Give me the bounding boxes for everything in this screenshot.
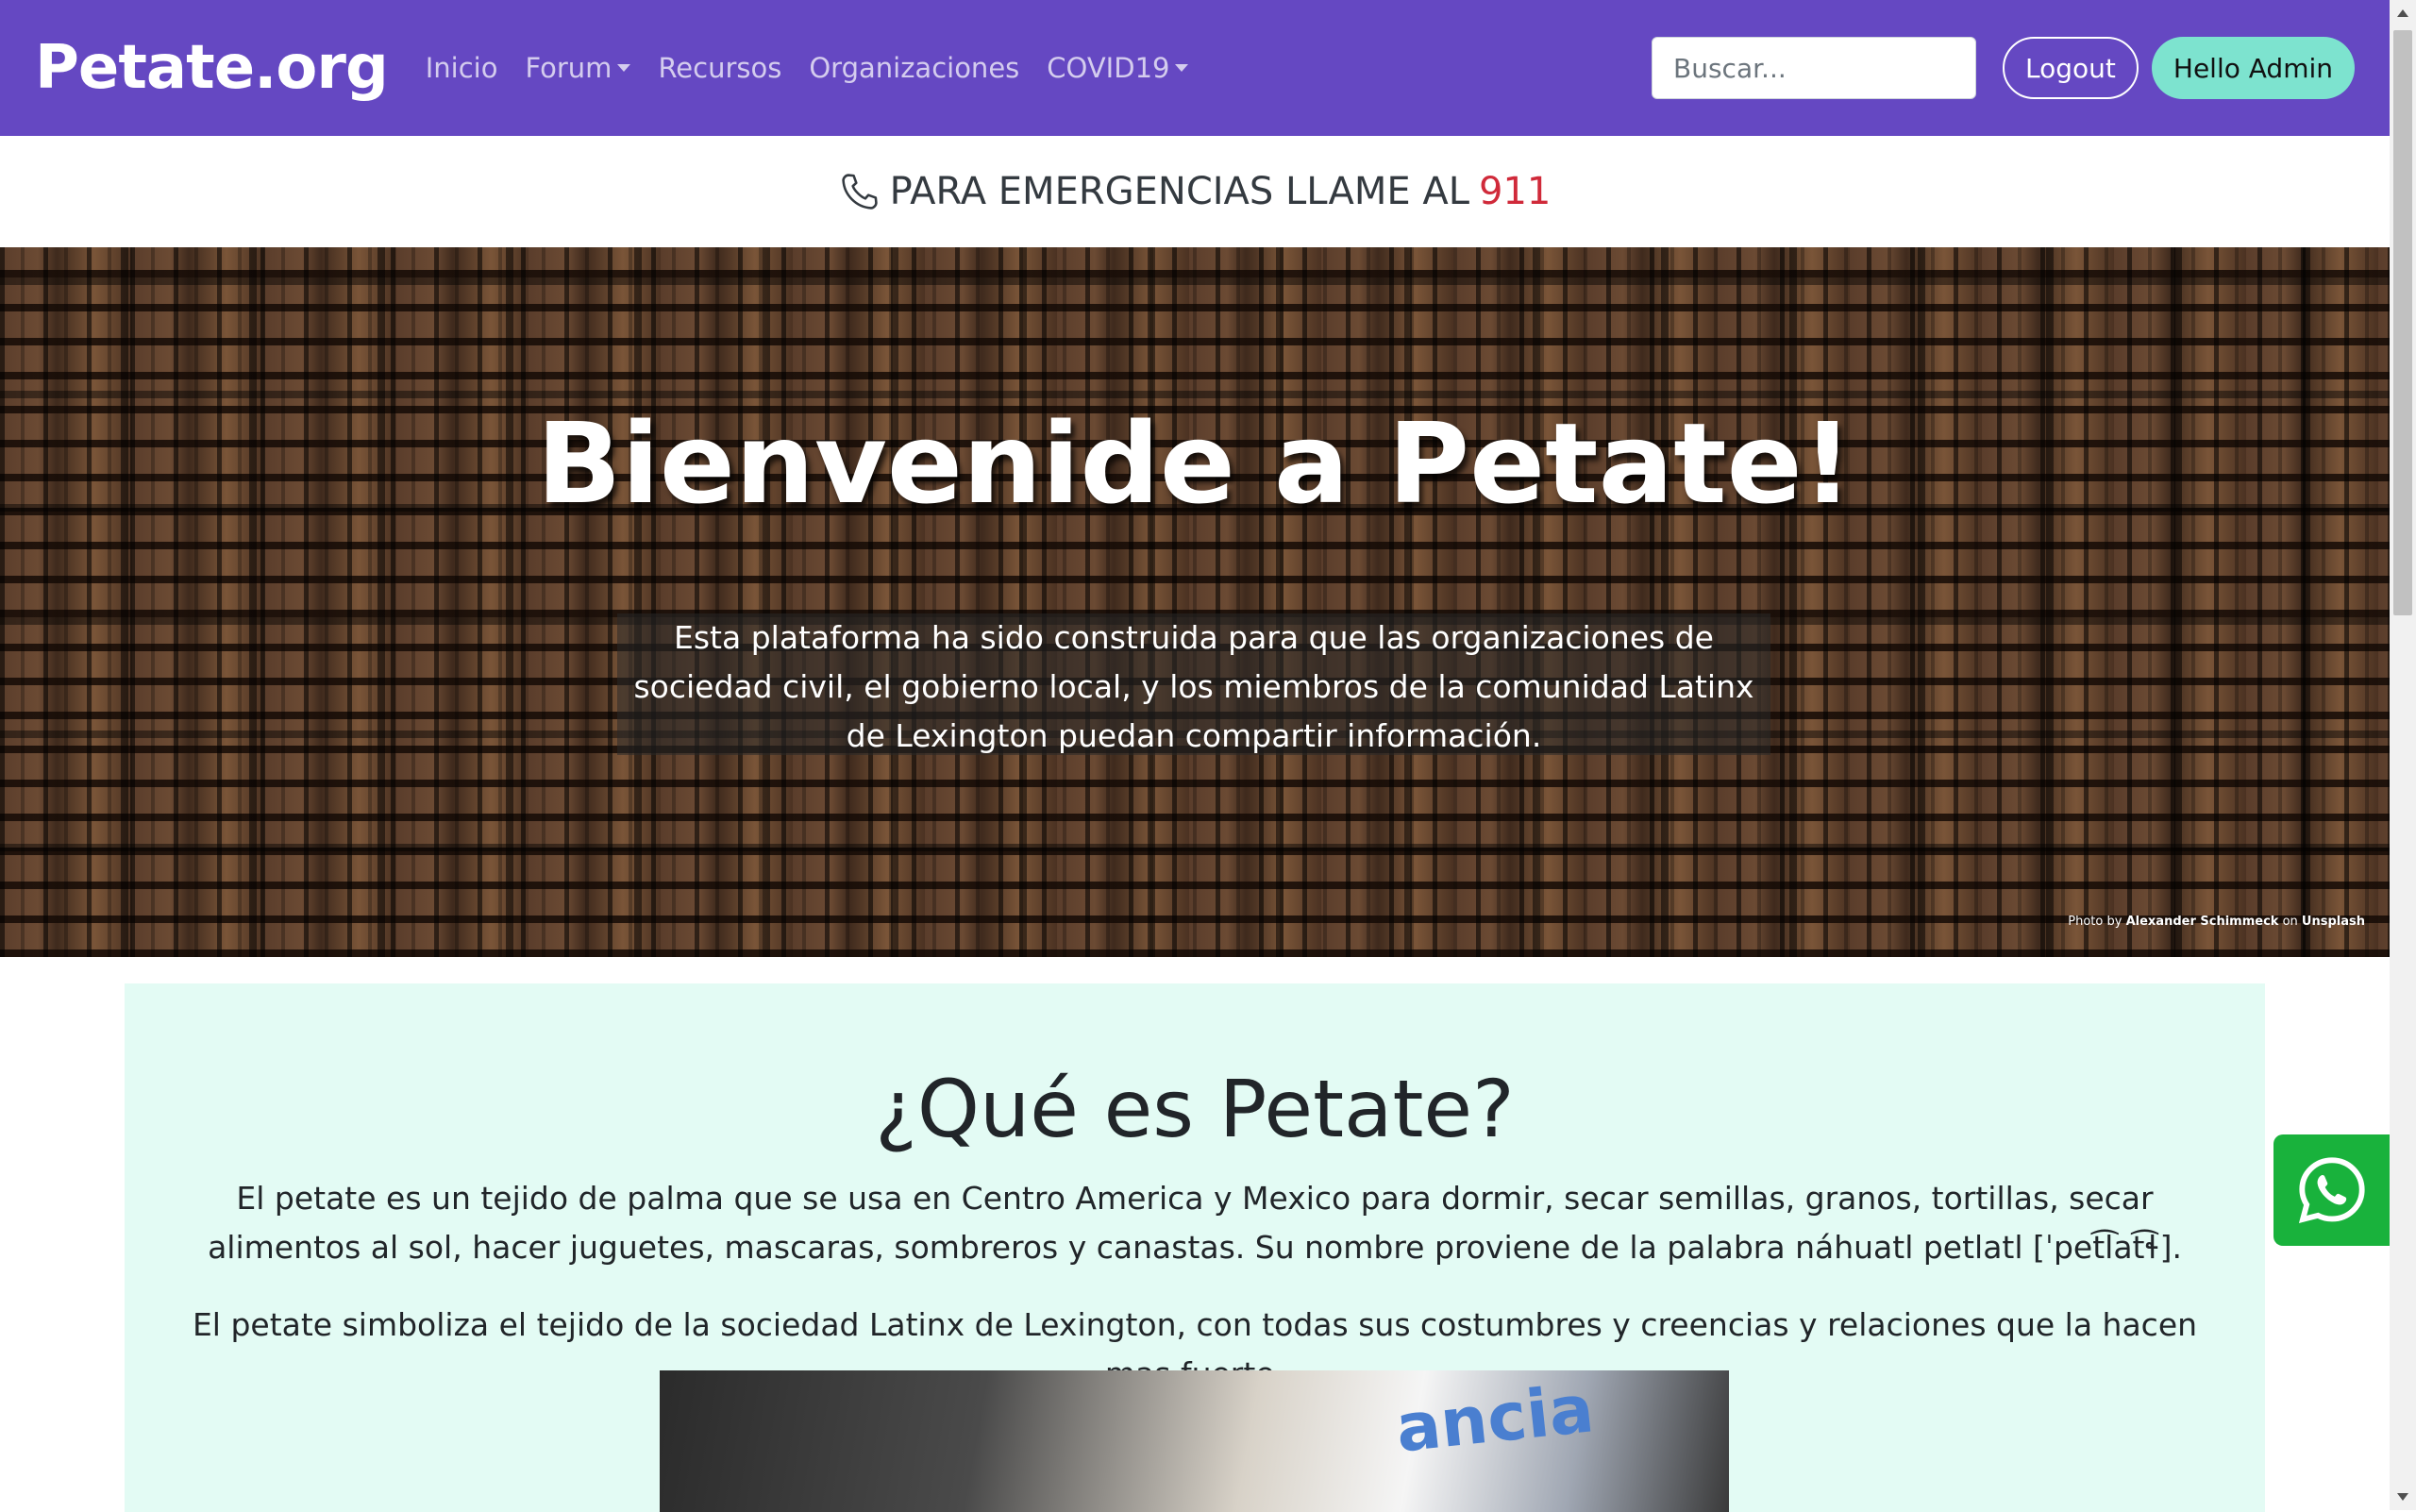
whatsapp-button[interactable] — [2273, 1134, 2390, 1246]
photo-credit-mid: on — [2282, 915, 2298, 929]
emergency-text: PARA EMERGENCIAS LLAME AL — [889, 170, 1470, 213]
phone-icon — [841, 174, 878, 210]
user-menu-button[interactable]: Hello Admin — [2151, 37, 2355, 99]
emergency-number: 911 — [1479, 170, 1552, 213]
search-input[interactable] — [1652, 37, 1977, 99]
nav-forum-label: Forum — [525, 52, 612, 84]
brand-logo[interactable]: Petate.org — [35, 33, 389, 103]
nav-covid-label: COVID19 — [1047, 52, 1170, 84]
hero-banner: Bienvenide a Petate! Esta plataforma ha … — [0, 247, 2390, 957]
about-paragraph-1: El petate es un tejido de palma que se u… — [208, 1180, 2182, 1266]
scroll-up-arrow-icon[interactable] — [2397, 9, 2408, 17]
nav-recursos[interactable]: Recursos — [658, 52, 781, 84]
nav-right-group: Logout Hello Admin — [1652, 37, 2355, 99]
caret-down-icon — [617, 64, 631, 72]
nav-covid-dropdown[interactable]: COVID19 — [1047, 52, 1189, 84]
whatsapp-icon — [2298, 1157, 2365, 1224]
hero-title: Bienvenide a Petate! — [536, 398, 1854, 529]
page-scrollbar[interactable] — [2390, 0, 2416, 1510]
photo-credit-author[interactable]: Alexander Schimmeck — [2126, 915, 2279, 929]
emergency-banner: PARA EMERGENCIAS LLAME AL 911 — [0, 136, 2390, 248]
scroll-thumb[interactable] — [2393, 30, 2412, 615]
about-title: ¿Qué es Petate? — [875, 1063, 1515, 1155]
logout-button[interactable]: Logout — [2003, 37, 2139, 99]
photo-shirt-text: ancia — [1392, 1370, 1598, 1468]
hero-background-texture — [0, 247, 2390, 957]
photo-credit-site[interactable]: Unsplash — [2302, 915, 2365, 929]
nav-organizaciones[interactable]: Organizaciones — [809, 52, 1019, 84]
nav-forum-dropdown[interactable]: Forum — [525, 52, 631, 84]
caret-down-icon — [1175, 64, 1189, 72]
nav-inicio[interactable]: Inicio — [426, 52, 498, 84]
about-section: ¿Qué es Petate? El petate es un tejido d… — [125, 983, 2265, 1512]
photo-credit-prefix: Photo by — [2068, 915, 2122, 929]
top-navbar: Petate.org Inicio Forum Recursos Organiz… — [0, 0, 2390, 136]
scroll-down-arrow-icon[interactable] — [2397, 1493, 2408, 1501]
hero-description: Esta plataforma ha sido construida para … — [617, 613, 1770, 755]
petate-weaving-photo: ancia — [660, 1370, 1729, 1512]
photo-credit: Photo by Alexander Schimmeck on Unsplash — [2068, 915, 2365, 929]
